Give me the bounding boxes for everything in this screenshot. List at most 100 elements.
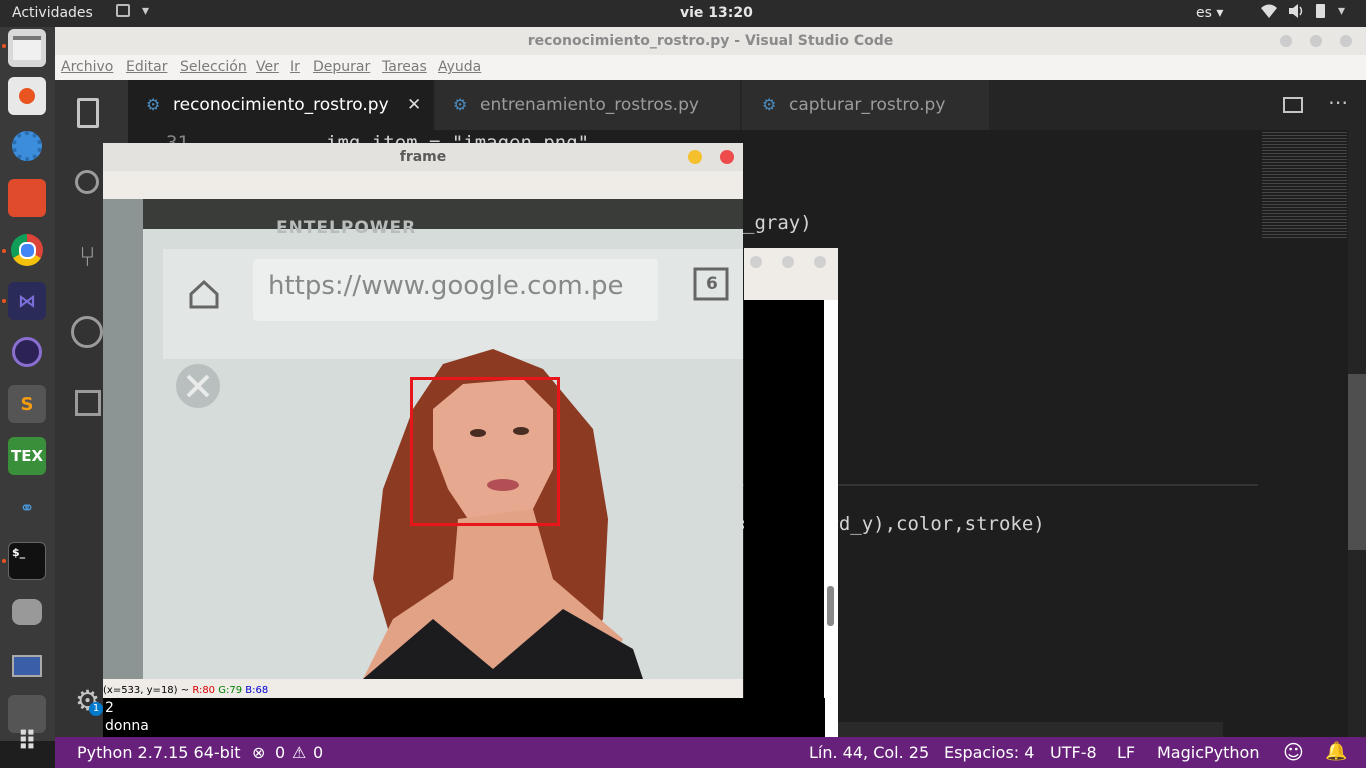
end-of-line[interactable]: LF [1117,743,1135,762]
pixel-green: G:79 [218,685,243,696]
tab-entrenamiento-rostros[interactable]: ⚙ entrenamiento_rostros.py [435,80,740,130]
python-file-icon: ⚙ [146,95,161,114]
battery-icon[interactable] [1316,4,1325,18]
warning-count[interactable]: 0 [313,743,323,762]
minimize-button[interactable] [688,150,702,164]
menu-ver[interactable]: Ver [256,59,279,75]
extensions-icon[interactable] [75,390,101,416]
minimize-button[interactable] [1280,35,1292,47]
window-control[interactable] [814,256,826,268]
terminal-icon[interactable]: $_ [8,542,46,580]
frame-toolbar [103,171,743,199]
error-icon[interactable]: ⊗ [252,743,265,762]
language-mode[interactable]: MagicPython [1157,743,1259,762]
menu-depurar[interactable]: Depurar [313,59,370,75]
terminal-line: 2 [105,700,114,716]
background-window-scroll[interactable] [824,300,838,738]
show-applications-icon[interactable]: ⠿ [8,723,46,761]
vscode-window-title: reconocimiento_rostro.py - Visual Studio… [55,27,1366,55]
search-icon[interactable] [75,170,99,194]
face-detection-box [410,377,560,526]
maximize-button[interactable] [1310,35,1322,47]
toolbox-icon[interactable] [8,179,46,217]
files-icon[interactable] [8,29,46,67]
tab-label: entrenamiento_rostros.py [480,95,699,115]
python-interpreter[interactable]: Python 2.7.15 64-bit [77,743,241,762]
menu-archivo[interactable]: Archivo [61,59,113,75]
frame-window[interactable]: frame ENTELPOWER https://www.google.com.… [103,143,743,698]
running-indicator [2,299,6,303]
running-indicator [2,249,6,253]
terminal-line: donna [105,718,149,734]
window-title-text: reconocimiento_rostro.py - Visual Studio… [527,33,894,49]
indentation[interactable]: Espacios: 4 [944,743,1034,762]
volume-icon[interactable] [1288,3,1304,23]
close-button[interactable] [1340,35,1352,47]
feedback-smiley-icon[interactable]: ☺ [1283,740,1304,764]
menu-tareas[interactable]: Tareas [382,59,427,75]
warning-icon[interactable]: ⚠ [292,743,306,762]
editor-tabs: ⚙ reconocimiento_rostro.py ✕ ⚙ entrenami… [128,80,1366,130]
tab-capturar-rostro[interactable]: ⚙ capturar_rostro.py [742,80,989,130]
clock[interactable]: vie 13:20 [680,5,753,21]
explorer-icon[interactable] [77,98,99,128]
frame-title-text: frame [399,149,447,165]
eclipse-icon[interactable] [8,333,46,371]
status-bar: Python 2.7.15 64-bit ⊗ 0 ⚠ 0 Lín. 44, Co… [55,737,1366,768]
menu-ir[interactable]: Ir [290,59,300,75]
photo-brand-text: ENTELPOWER [276,218,417,238]
background-window[interactable] [744,248,838,738]
photo-url-text: https://www.google.com.pe [268,271,624,301]
minimap[interactable] [1258,130,1348,737]
split-editor-icon[interactable] [1283,97,1303,113]
close-button[interactable] [720,150,734,164]
more-actions-icon[interactable]: ⋯ [1328,90,1348,114]
encoding[interactable]: UTF-8 [1050,743,1097,762]
python-file-icon: ⚙ [762,95,777,114]
scrollbar-thumb[interactable] [1348,374,1366,550]
launcher-dock: ⋈ S TEX ⚭ $_ ⠿ [0,27,55,757]
camera-frame-image[interactable]: ENTELPOWER https://www.google.com.pe 6 [103,199,743,679]
software-center-icon[interactable] [8,77,46,115]
settings-icon[interactable] [8,127,46,165]
texmaker-icon[interactable]: TEX [8,437,46,475]
system-top-bar: Actividades ▾ vie 13:20 es ▾ ▾ [0,0,1366,27]
vscode-icon[interactable]: ⋈ [8,282,46,320]
remote-desktop-icon[interactable]: ⚭ [8,489,46,527]
window-control[interactable] [782,256,794,268]
language-indicator[interactable]: es ▾ [1196,5,1223,21]
terminal-output[interactable]: 2 donna [103,698,825,738]
code-fragment: _gray) [743,212,812,234]
frame-titlebar[interactable]: frame [103,143,743,171]
menu-editar[interactable]: Editar [126,59,167,75]
tab-reconocimiento-rostro[interactable]: ⚙ reconocimiento_rostro.py ✕ [128,80,433,130]
chevron-down-icon[interactable]: ▾ [142,3,149,19]
pixel-red: R:80 [192,685,216,696]
pixel-info-bar: (x=533, y=18) ~ R:80 G:79 B:68 [103,685,743,698]
chrome-icon[interactable] [8,231,46,269]
menu-seleccion[interactable]: Selección [180,59,247,75]
close-tab-icon[interactable]: ✕ [407,80,421,130]
vertical-scrollbar[interactable] [1348,130,1366,737]
update-badge: 1 [89,702,103,716]
menu-ayuda[interactable]: Ayuda [438,59,481,75]
running-indicator [2,559,6,563]
sublime-icon[interactable]: S [8,385,46,423]
notifications-bell-icon[interactable]: 🔔 [1325,741,1347,762]
source-control-icon[interactable]: ⑂ [79,240,96,273]
window-control[interactable] [750,256,762,268]
minimap-lines [1262,132,1347,240]
menu-bar: Archivo Editar Selección Ver Ir Depurar … [55,55,1366,80]
cursor-position[interactable]: Lín. 44, Col. 25 [809,743,929,762]
debug-icon[interactable] [71,316,103,348]
wifi-icon[interactable] [1260,3,1278,23]
disks-icon[interactable] [8,593,46,631]
background-window-titlebar[interactable] [744,248,838,300]
pixel-coords: (x=533, y=18) ~ [103,685,190,696]
activities-button[interactable]: Actividades [12,5,93,21]
window-icon[interactable] [116,4,130,17]
error-count[interactable]: 0 [275,743,285,762]
system-menu-chevron-icon[interactable]: ▾ [1338,3,1345,19]
screenshot-icon[interactable] [8,647,46,685]
tab-label: reconocimiento_rostro.py [173,95,389,115]
